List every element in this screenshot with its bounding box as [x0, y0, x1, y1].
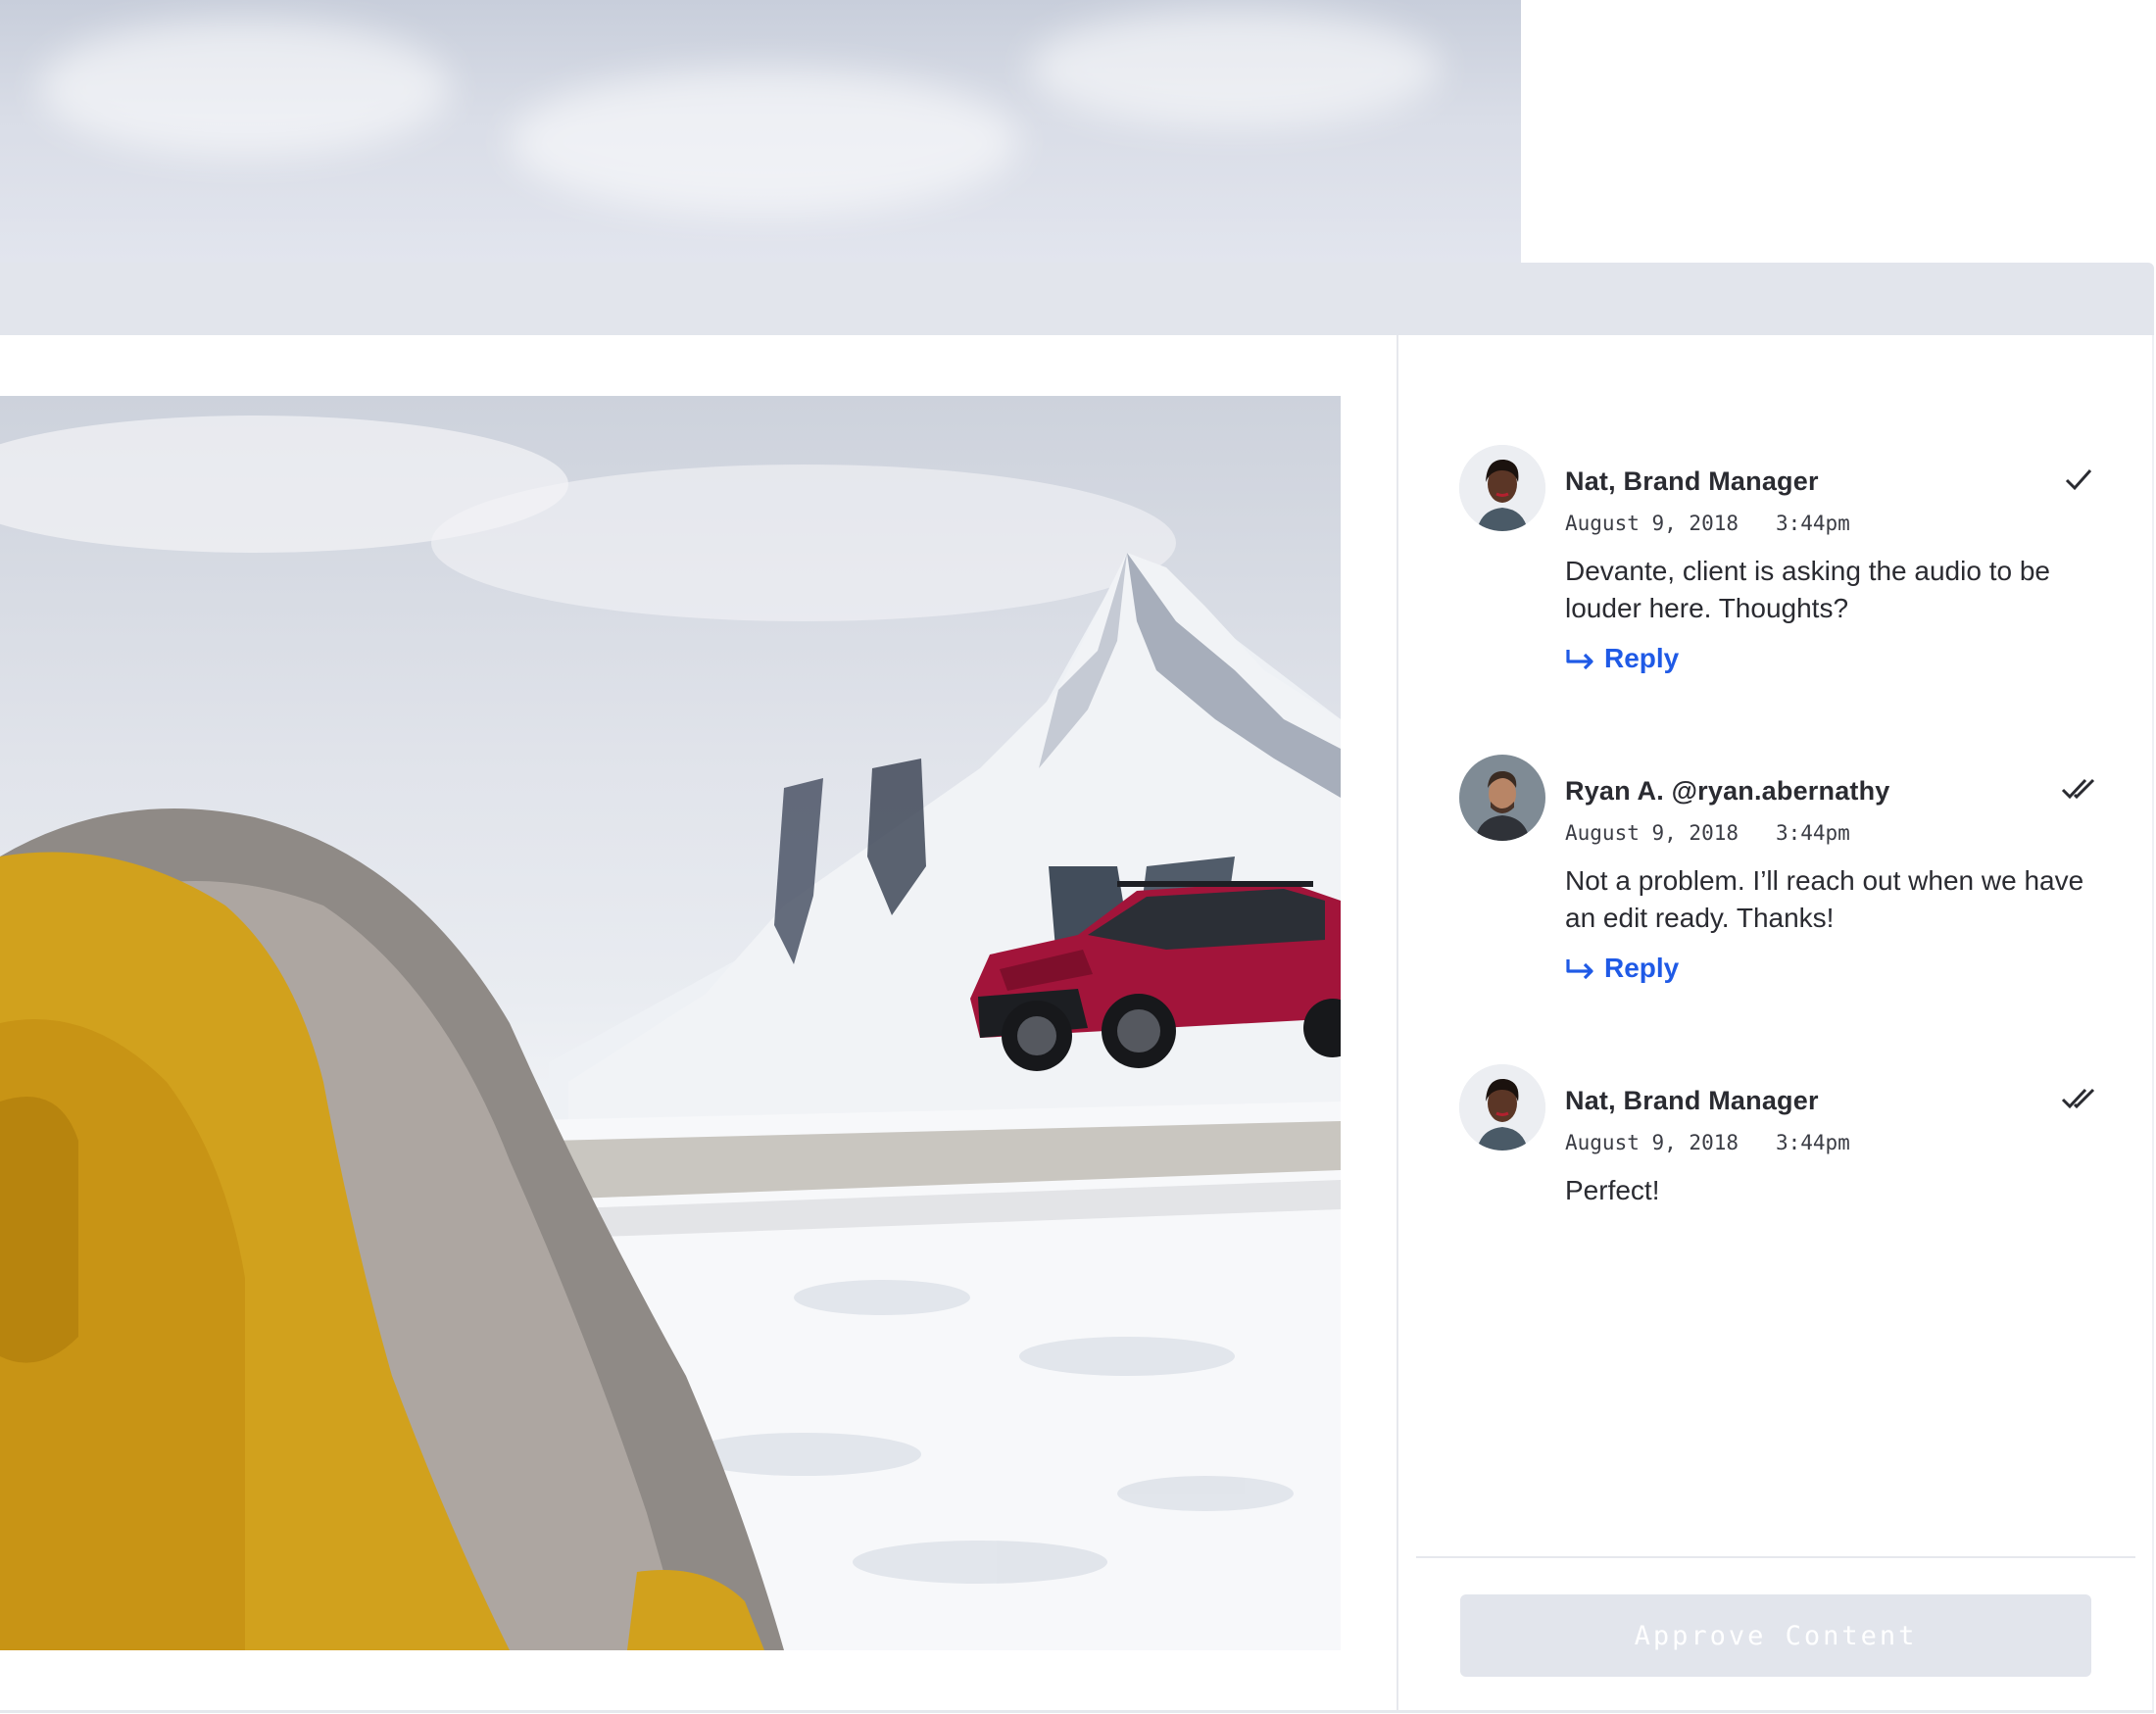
comment-date: August 9, 2018 [1565, 512, 1740, 535]
double-check-icon[interactable] [2061, 1084, 2096, 1113]
reply-label: Reply [1604, 643, 1680, 673]
comments-panel: Nat, Brand Manager August 9, 2018 3:44pm… [1398, 335, 2154, 1447]
check-icon[interactable] [2061, 465, 2096, 494]
comment-author: Ryan A. @ryan.abernathy [1565, 776, 1890, 806]
window-border-bottom [0, 1710, 2154, 1713]
avatar [1459, 1064, 1545, 1151]
reply-button[interactable]: Reply [1565, 641, 1679, 676]
reply-arrow-icon [1566, 650, 1593, 669]
background-image [0, 0, 1521, 263]
double-check-icon[interactable] [2061, 774, 2096, 804]
comment-author: Nat, Brand Manager [1565, 466, 1819, 496]
comment-time: 3:44pm [1775, 512, 1850, 535]
comment-timestamp: August 9, 2018 3:44pm [1565, 512, 1850, 535]
comment-text: Devante, client is asking the audio to b… [1565, 556, 2050, 623]
window-titlebar [0, 263, 2154, 335]
reply-arrow-icon [1566, 959, 1593, 979]
avatar [1459, 755, 1545, 841]
comment-text: Not a problem. I’ll reach out when we ha… [1565, 865, 2084, 933]
avatar-icon [1459, 445, 1545, 531]
comment-date: August 9, 2018 [1565, 1131, 1740, 1154]
comment-item: Nat, Brand Manager August 9, 2018 3:44pm… [1459, 1064, 2096, 1221]
comment-text: Perfect! [1565, 1175, 1660, 1205]
comment-timestamp: August 9, 2018 3:44pm [1565, 821, 1850, 845]
avatar [1459, 445, 1545, 531]
avatar-icon [1459, 755, 1545, 841]
reply-label: Reply [1604, 953, 1680, 983]
comment-time: 3:44pm [1775, 1131, 1850, 1154]
media-preview-image[interactable] [0, 396, 1341, 1650]
avatar-icon [1459, 1064, 1545, 1151]
photo-illustration [0, 416, 1341, 1650]
approve-content-button[interactable]: Approve Content [1460, 1594, 2091, 1677]
comment-time: 3:44pm [1775, 821, 1850, 845]
comment-author: Nat, Brand Manager [1565, 1086, 1819, 1115]
comment-timestamp: August 9, 2018 3:44pm [1565, 1131, 1850, 1154]
comment-item: Ryan A. @ryan.abernathy August 9, 2018 3… [1459, 755, 2096, 1000]
reply-button[interactable]: Reply [1565, 951, 1679, 986]
comment-date: August 9, 2018 [1565, 821, 1740, 845]
panel-separator [1416, 1556, 2135, 1558]
comment-item: Nat, Brand Manager August 9, 2018 3:44pm… [1459, 445, 2096, 690]
